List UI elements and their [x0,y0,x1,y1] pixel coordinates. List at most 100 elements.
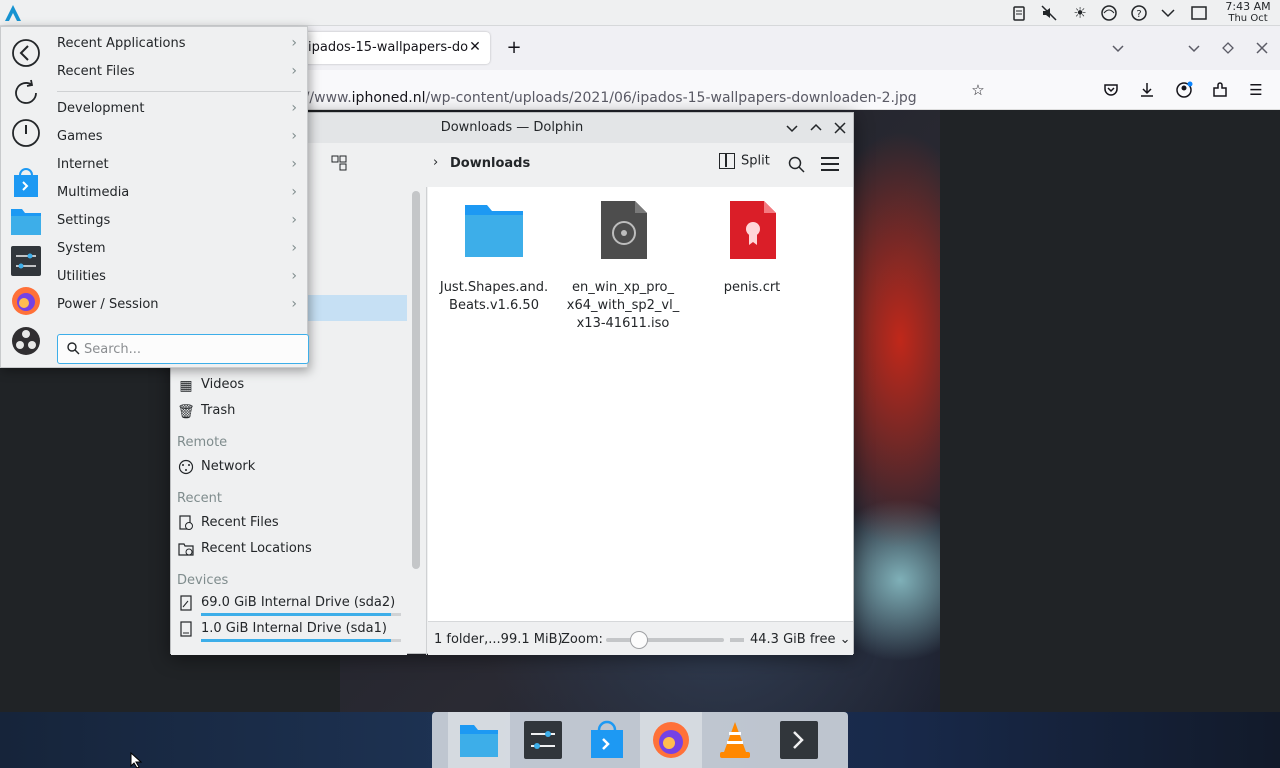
close-icon[interactable] [1252,38,1272,58]
file-name: Just.Shapes.and. Beats.v1.6.50 [439,280,549,313]
menu-item-label: Multimedia [57,185,130,200]
vlc-icon [720,722,750,758]
dock-system-settings[interactable] [512,712,574,768]
chevron-right-icon: › [291,240,297,256]
file-view[interactable]: Just.Shapes.and. Beats.v1.6.50 en_win_xp… [428,187,853,621]
zoom-slider-handle[interactable] [630,631,648,649]
menu-utilities[interactable]: Utilities › [51,265,307,291]
menu-search-box[interactable] [57,334,309,364]
chevron-right-icon: › [291,184,297,200]
menu-item-label: Recent Applications [57,36,186,51]
application-launcher-icon[interactable] [3,3,23,23]
mouse-cursor-icon [130,752,143,768]
split-icon [719,153,735,169]
zoom-slider[interactable] [606,638,724,642]
status-text: 1 folder,...99.1 MiB) [434,632,563,647]
network-icon [177,459,195,477]
menu-item-label: Internet [57,157,109,172]
tab-close-icon[interactable]: ✕ [466,38,484,56]
application-menu: Recent Applications › Recent Files › Dev… [0,26,309,368]
help-icon[interactable]: ? [1130,4,1148,22]
menu-power-session[interactable]: Power / Session › [51,293,307,319]
menu-multimedia[interactable]: Multimedia › [51,181,307,207]
menu-recent-files[interactable]: Recent Files › [51,60,307,86]
menu-item-label: System [57,241,106,256]
split-button[interactable]: Split [719,153,770,177]
clock-time[interactable]: 7:43 AM [1222,1,1274,13]
menu-item-label: Power / Session [57,297,159,312]
menu-item-label: Development [57,101,145,116]
view-mode-icon[interactable] [331,155,347,171]
disc-image-icon [601,201,647,259]
dock-firefox[interactable] [640,712,702,768]
bookmark-star-icon[interactable]: ☆ [968,80,988,100]
menu-games[interactable]: Games › [51,125,307,151]
chevron-right-icon: › [291,35,297,51]
dock-discover[interactable] [576,712,638,768]
chevron-right-icon: › [291,156,297,172]
free-space[interactable]: 44.3 GiB free ⌄ [750,632,851,647]
menu-recent-applications[interactable]: Recent Applications › [51,32,307,58]
section-heading-recent: Recent [177,491,222,506]
downloads-icon[interactable] [1137,80,1157,100]
file-name: penis.crt [723,280,781,295]
videos-icon: ▦ [179,378,193,394]
chevron-down-icon[interactable] [1159,4,1177,22]
extensions-icon[interactable] [1210,80,1230,100]
volume-muted-icon[interactable] [1040,4,1058,22]
browser-tab[interactable]: ipados-15-wallpapers-downloaden-2.jpg ✕ [290,32,490,64]
search-icon[interactable] [787,155,807,175]
clipboard-icon[interactable] [1010,4,1028,22]
obs-icon[interactable] [10,325,42,357]
show-desktop-icon[interactable] [1190,4,1208,22]
chevron-right-icon: › [291,296,297,312]
maximize-icon[interactable] [1218,38,1238,58]
refresh-icon[interactable] [10,77,42,109]
place-label: Recent Files [201,515,279,530]
section-heading-devices: Devices [177,573,229,588]
panel-divider[interactable] [426,187,427,655]
places-scrollbar[interactable] [412,191,420,569]
menu-item-label: Utilities [57,269,106,284]
dock [432,712,848,768]
close-icon[interactable] [831,119,849,137]
chevron-right-icon: › [291,128,297,144]
drive-icon [177,595,195,613]
system-settings-icon [524,721,562,759]
menu-item-label: Settings [57,213,111,228]
drive-usage-fill [201,613,391,616]
list-tabs-icon[interactable] [1108,38,1128,58]
dock-dolphin[interactable] [448,712,510,768]
menu-separator [57,91,301,92]
menu-internet[interactable]: Internet › [51,153,307,179]
hamburger-menu-icon[interactable] [821,157,839,171]
dock-vlc[interactable] [704,712,766,768]
minimize-icon[interactable] [1184,38,1204,58]
back-icon[interactable] [10,37,42,69]
dock-terminal[interactable] [768,712,830,768]
firefox-icon[interactable] [10,285,42,317]
menu-settings[interactable]: Settings › [51,209,307,235]
zoom-label: Zoom: [561,632,603,647]
brightness-icon[interactable]: ☀ [1071,4,1089,22]
breadcrumb[interactable]: Downloads [450,156,530,171]
recent-locations-icon [177,541,195,559]
pocket-icon[interactable] [1101,80,1121,100]
network-icon[interactable] [1100,4,1118,22]
dolphin-icon[interactable] [10,205,42,237]
menu-development[interactable]: Development › [51,97,307,123]
maximize-icon[interactable] [807,119,825,137]
menu-item-label: Recent Files [57,64,135,79]
system-settings-icon[interactable] [10,245,42,277]
menu-system[interactable]: System › [51,237,307,263]
drive-icon [177,621,195,639]
new-tab-button[interactable]: + [504,38,524,58]
url-bar[interactable]: ://www.iphoned.nl/wp-content/uploads/202… [300,90,917,106]
minimize-icon[interactable] [783,119,801,137]
power-icon[interactable] [10,117,42,149]
search-input[interactable] [84,339,302,359]
hamburger-menu-icon[interactable]: ☰ [1246,80,1266,100]
discover-icon[interactable] [10,167,42,199]
account-icon[interactable] [1174,80,1194,100]
status-bar: 1 folder,...99.1 MiB) Zoom: 44.3 GiB fre… [428,621,853,655]
